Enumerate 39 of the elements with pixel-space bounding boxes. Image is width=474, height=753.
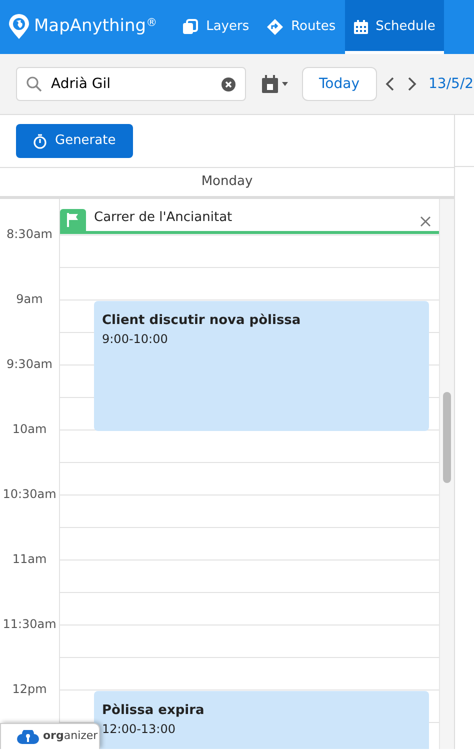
- nav-tab[interactable]: Layers: [173, 0, 258, 54]
- calendar-dropdown-icon[interactable]: [262, 75, 290, 93]
- time-label: 9:30am: [6, 357, 52, 371]
- map-pin-icon: [8, 14, 30, 40]
- close-icon[interactable]: [420, 216, 432, 227]
- appointment-time: 12:00-13:00: [102, 721, 176, 738]
- next-icon[interactable]: [406, 77, 416, 91]
- brand-name: MapAnything$^{®}$: [34, 14, 158, 38]
- time-label: 12pm: [12, 682, 47, 696]
- time-label: 11am: [12, 552, 47, 566]
- search-field[interactable]: Adrià Gil: [16, 67, 246, 101]
- time-label: 8:30am: [6, 227, 52, 241]
- layers-icon: [182, 19, 198, 35]
- cloud-icon: [17, 730, 39, 744]
- organizer-tab[interactable]: organizer: [0, 723, 100, 749]
- nav-tab[interactable]: Routes: [258, 0, 345, 54]
- day-header: Monday: [201, 173, 253, 192]
- calendar-icon: [354, 20, 368, 34]
- date-range: 13/5/2: [428, 74, 474, 94]
- time-label: 10:30am: [2, 487, 56, 501]
- appointment-title: Client discutir nova pòlissa: [102, 312, 302, 330]
- nav-tab[interactable]: Schedule: [344, 0, 444, 54]
- location-bar[interactable]: Carrer de l'Ancianitat: [60, 209, 440, 234]
- scrollbar-thumb[interactable]: [443, 392, 452, 483]
- generate-button[interactable]: Generate: [16, 124, 133, 158]
- stopwatch-icon: [33, 134, 47, 148]
- flag-icon: [67, 213, 79, 227]
- appointment-title: Pòlissa expira: [102, 702, 206, 720]
- appointment-card[interactable]: Client discutir nova pòlissa 9:00-10:00: [94, 300, 430, 430]
- time-label: 11:30am: [2, 617, 56, 631]
- time-label: 9am: [16, 292, 43, 306]
- diamond-arrow-icon: [267, 19, 284, 35]
- search-icon: [26, 76, 42, 92]
- today-button[interactable]: Today: [302, 67, 376, 101]
- time-label: 10am: [12, 422, 47, 436]
- previous-icon[interactable]: [384, 77, 394, 91]
- location-name: Carrer de l'Ancianitat: [94, 208, 232, 226]
- appointment-time: 9:00-10:00: [102, 331, 169, 348]
- clear-icon[interactable]: [221, 77, 236, 92]
